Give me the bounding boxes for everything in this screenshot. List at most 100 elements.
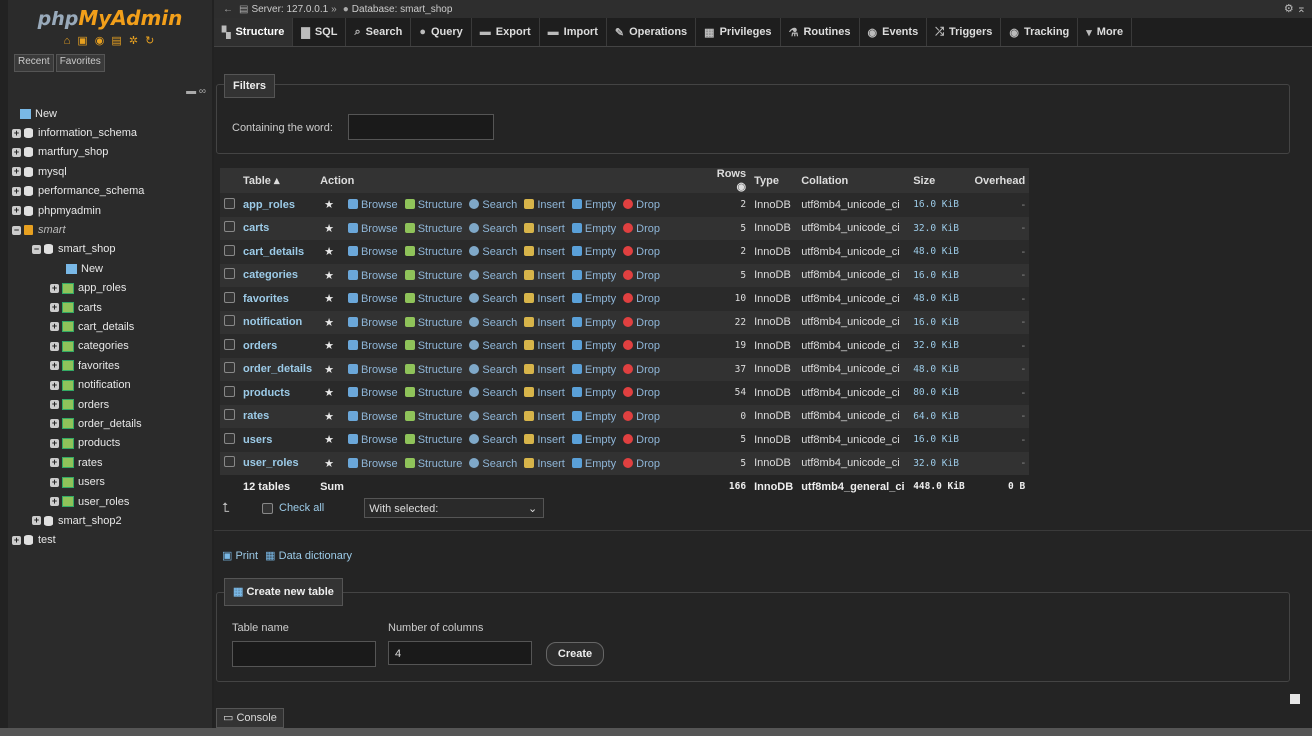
tab-sql[interactable]: ▇ SQL (293, 18, 347, 46)
expand-icon[interactable]: + (50, 458, 59, 468)
expand-icon[interactable]: + (50, 419, 59, 429)
collapse-icon[interactable]: − (12, 225, 21, 235)
browse-link[interactable]: Browse (347, 457, 398, 470)
expand-icon[interactable]: + (50, 361, 59, 371)
insert-link[interactable]: Insert (524, 246, 565, 258)
number-of-columns-input[interactable]: 4 (388, 641, 532, 665)
settings-icon[interactable]: ⚙ ⌅ (1284, 2, 1306, 15)
drop-link[interactable]: Drop (623, 222, 660, 235)
search-link[interactable]: Search (469, 199, 517, 211)
engine-type[interactable]: InnoDB (750, 404, 798, 428)
empty-link[interactable]: Empty (571, 269, 616, 282)
browse-link[interactable]: Browse (347, 316, 398, 329)
row-checkbox[interactable] (224, 385, 235, 397)
engine-type[interactable]: InnoDB (750, 193, 798, 217)
empty-link[interactable]: Empty (571, 340, 616, 352)
tree-item[interactable]: + order_details (8, 414, 212, 433)
favorite-star-icon[interactable]: ★ (324, 223, 334, 235)
table-name-link[interactable]: user_roles (239, 451, 317, 475)
table-name-link[interactable]: products (239, 381, 317, 405)
tab-triggers[interactable]: ⤮ Triggers (927, 18, 1002, 46)
table-name-link[interactable]: rates (239, 404, 317, 428)
data-dictionary-link[interactable]: Data dictionary (279, 550, 352, 562)
engine-type[interactable]: InnoDB (750, 428, 798, 452)
structure-link[interactable]: Structure (404, 293, 462, 305)
table-size[interactable]: 32.0 KiB (909, 334, 970, 358)
empty-link[interactable]: Empty (571, 410, 616, 423)
row-checkbox[interactable] (224, 338, 235, 350)
empty-link[interactable]: Empty (571, 363, 616, 376)
expand-icon[interactable]: + (50, 497, 59, 506)
quick-icons[interactable]: ⌂ ▣ ◉ ▤ ✲ ↻ (8, 34, 212, 54)
console-button[interactable]: ▭ Console (216, 708, 284, 728)
expand-icon[interactable]: + (50, 477, 59, 487)
search-link[interactable]: Search (469, 363, 517, 376)
tree-item[interactable]: + user_roles (8, 492, 212, 511)
browse-link[interactable]: Browse (347, 363, 398, 376)
expand-icon[interactable]: + (12, 167, 21, 177)
table-size[interactable]: 16.0 KiB (909, 428, 970, 452)
favorite-star-icon[interactable]: ★ (324, 270, 334, 282)
table-name-link[interactable]: favorites (239, 287, 317, 311)
search-link[interactable]: Search (469, 246, 517, 258)
favorite-star-icon[interactable]: ★ (324, 458, 334, 470)
expand-icon[interactable]: + (50, 400, 59, 410)
favorite-star-icon[interactable]: ★ (324, 199, 334, 211)
browse-link[interactable]: Browse (347, 246, 398, 258)
browse-link[interactable]: Browse (347, 269, 398, 282)
engine-type[interactable]: InnoDB (750, 334, 798, 358)
drop-link[interactable]: Drop (623, 434, 660, 446)
drop-link[interactable]: Drop (623, 340, 660, 352)
row-checkbox[interactable] (224, 221, 235, 233)
check-all-checkbox[interactable] (262, 502, 273, 514)
row-checkbox[interactable] (224, 315, 235, 327)
favorite-star-icon[interactable]: ★ (324, 411, 334, 423)
tree-item[interactable]: + martfury_shop (8, 143, 212, 162)
table-size[interactable]: 48.0 KiB (909, 287, 970, 311)
breadcrumb-database[interactable]: Database: smart_shop (352, 4, 453, 15)
phpmyadmin-logo[interactable]: phpMyAdmin (8, 0, 212, 34)
row-checkbox[interactable] (224, 409, 235, 421)
tab-query[interactable]: ● Query (411, 18, 472, 46)
table-name-link[interactable]: orders (239, 334, 317, 358)
tab-privileges[interactable]: ▦ Privileges (696, 18, 781, 46)
tree-item[interactable]: + notification (8, 375, 212, 394)
structure-link[interactable]: Structure (404, 222, 462, 235)
favorite-star-icon[interactable]: ★ (324, 340, 334, 352)
structure-link[interactable]: Structure (404, 199, 462, 211)
tree-item[interactable]: + favorites (8, 356, 212, 375)
insert-link[interactable]: Insert (524, 457, 565, 470)
favorite-star-icon[interactable]: ★ (324, 387, 334, 399)
tree-item[interactable]: + performance_schema (8, 182, 212, 201)
engine-type[interactable]: InnoDB (750, 310, 798, 334)
search-link[interactable]: Search (469, 293, 517, 305)
tree-item[interactable]: + users (8, 472, 212, 491)
table-size[interactable]: 80.0 KiB (909, 381, 970, 405)
expand-icon[interactable]: + (32, 516, 41, 526)
collapse-icon[interactable]: ← (223, 4, 233, 15)
table-name-link[interactable]: notification (239, 310, 317, 334)
browse-link[interactable]: Browse (347, 340, 398, 352)
row-checkbox[interactable] (224, 432, 235, 444)
engine-type[interactable]: InnoDB (750, 287, 798, 311)
table-name-input[interactable] (232, 641, 376, 667)
tree-item[interactable]: + rates (8, 453, 212, 472)
insert-link[interactable]: Insert (524, 222, 565, 235)
tab-routines[interactable]: ⚗ Routines (781, 18, 860, 46)
tree-item[interactable]: + phpmyadmin (8, 201, 212, 220)
tree-item[interactable]: + cart_details (8, 317, 212, 336)
tree-item[interactable]: + carts (8, 298, 212, 317)
tree-item[interactable]: + categories (8, 337, 212, 356)
breadcrumb-server[interactable]: Server: 127.0.0.1 (251, 4, 328, 15)
insert-link[interactable]: Insert (524, 387, 565, 399)
favorite-star-icon[interactable]: ★ (324, 364, 334, 376)
drop-link[interactable]: Drop (623, 457, 660, 470)
table-size[interactable]: 32.0 KiB (909, 451, 970, 475)
insert-link[interactable]: Insert (524, 199, 565, 211)
search-link[interactable]: Search (469, 457, 517, 470)
engine-type[interactable]: InnoDB (750, 357, 798, 381)
with-selected-select[interactable]: With selected: ⌄ (364, 498, 545, 518)
page-settings-icon[interactable] (1290, 694, 1300, 704)
insert-link[interactable]: Insert (524, 269, 565, 282)
insert-link[interactable]: Insert (524, 316, 565, 329)
